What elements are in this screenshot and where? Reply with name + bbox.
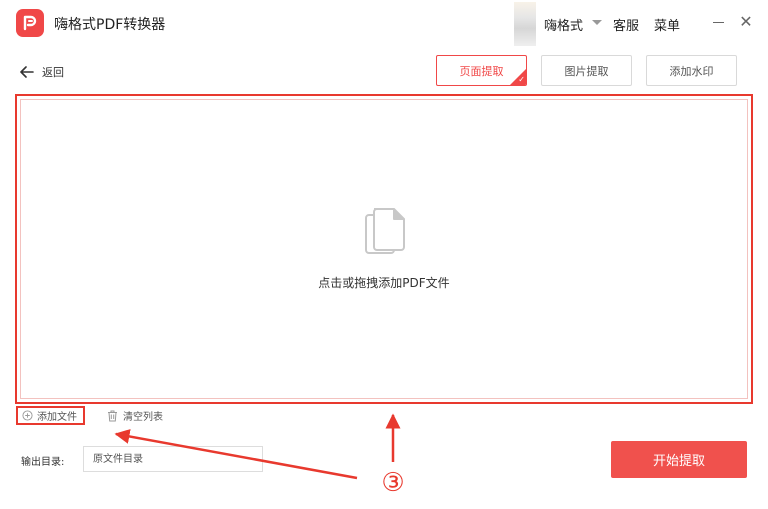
clear-list-label: 清空列表	[123, 412, 163, 423]
app-logo-glyph	[23, 15, 37, 31]
tab-label: 添加水印	[669, 64, 714, 78]
add-file-button[interactable]: 添加文件	[16, 406, 85, 425]
username[interactable]: 嗨格式	[544, 15, 583, 34]
plus-circle-icon	[22, 410, 33, 421]
tab-label: 页面提取	[459, 64, 504, 78]
add-file-label: 添加文件	[37, 412, 77, 423]
app-title: 嗨格式PDF转换器	[54, 17, 166, 33]
document-icon	[365, 208, 405, 254]
minimize-icon[interactable]	[713, 22, 724, 23]
output-dir-input[interactable]	[83, 446, 263, 472]
trash-icon	[108, 410, 117, 421]
tab-add-watermark[interactable]: 添加水印	[646, 55, 737, 86]
start-extract-button[interactable]: 开始提取	[611, 441, 747, 478]
output-dir-label: 输出目录:	[21, 457, 65, 468]
user-avatar[interactable]	[514, 2, 536, 46]
caret-down-icon[interactable]	[592, 20, 602, 25]
tab-page-extract[interactable]: 页面提取 ✓	[436, 55, 527, 86]
file-drop-zone[interactable]: 点击或拖拽添加PDF文件	[15, 94, 753, 404]
step-number-label: ③	[381, 468, 405, 498]
clear-list-button[interactable]: 清空列表	[107, 408, 163, 423]
back-button[interactable]: 返回	[20, 64, 64, 80]
app-logo-icon	[16, 9, 44, 37]
back-arrow-icon	[20, 66, 34, 78]
menu-link[interactable]: 菜单	[654, 15, 680, 34]
customer-service-link[interactable]: 客服	[613, 15, 639, 34]
close-icon[interactable]: ✕	[738, 14, 754, 30]
drop-hint-text: 点击或拖拽添加PDF文件	[318, 276, 450, 290]
tab-image-extract[interactable]: 图片提取	[541, 55, 632, 86]
back-label: 返回	[42, 66, 64, 79]
tab-label: 图片提取	[564, 64, 609, 78]
check-icon: ✓	[518, 75, 525, 84]
title-bar: 嗨格式PDF转换器 嗨格式 客服 菜单 ✕	[0, 0, 768, 46]
